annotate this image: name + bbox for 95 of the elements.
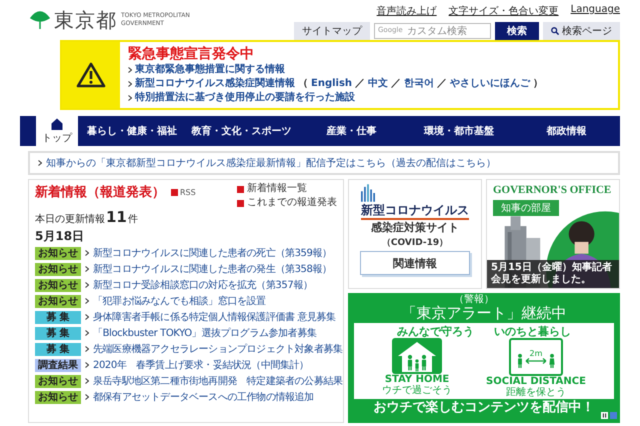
translation-link[interactable]: 中文 — [368, 77, 388, 91]
covid-title: 新型コロナウイルス — [361, 202, 469, 220]
category-tag: 募 集 — [35, 342, 81, 356]
bracket-text: （ — [298, 77, 308, 91]
news-link[interactable]: 都保有アセットデータベースへの工作物の情報追加 — [93, 390, 314, 404]
covid-card[interactable]: 新型コロナウイルス 感染症対策サイト （COVID-19） 関連情報 — [348, 179, 482, 289]
category-tag: お知らせ — [35, 390, 81, 404]
search-icon — [551, 27, 559, 35]
stay-home-subtitle: ウチで過ごそう — [382, 385, 452, 396]
chevron-icon — [85, 394, 89, 400]
home-tab[interactable]: トップ — [36, 116, 78, 146]
utility-link[interactable]: 文字サイズ・色合い変更 — [448, 4, 559, 18]
category-tag: お知らせ — [35, 294, 81, 308]
stay-home-drawing — [392, 338, 442, 374]
news-link[interactable]: 「Blockbuster TOKYO」選抜プログラム参加者募集 — [93, 326, 317, 340]
news-link[interactable]: 新型コロナウイルスに関連した患者の発生（第358報） — [93, 262, 332, 276]
sitemap-button[interactable]: サイトマップ — [294, 22, 370, 40]
alert-phrase: みんなで守ろう — [397, 325, 474, 338]
search-button[interactable]: 検索 — [495, 22, 539, 40]
chevron-icon — [85, 282, 89, 288]
category-tag: 調査結果 — [35, 358, 81, 372]
logo-text: 東京都 — [54, 6, 117, 34]
warning-icon — [76, 62, 106, 88]
count-label: 本日の更新情報 — [35, 212, 105, 227]
rss-link[interactable]: RSS — [171, 188, 196, 196]
category-tag: 募 集 — [35, 326, 81, 340]
bar-logo-icon — [361, 184, 375, 202]
governor-badge: 知事の部屋 — [493, 200, 559, 216]
separator-text: ／ — [437, 77, 448, 91]
ginkgo-logo-icon — [30, 10, 50, 30]
separator-text: ／ — [355, 77, 366, 91]
chevron-icon — [85, 250, 89, 256]
alert-title: 「東京アラート」継続中 — [402, 305, 566, 322]
governor-heading: GOVERNOR'S OFFICE — [493, 184, 612, 196]
news-side-link[interactable]: 新着情報一覧 — [237, 183, 337, 195]
news-date: 5月18日 — [35, 228, 86, 245]
chevron-icon — [85, 378, 89, 384]
category-tag: お知らせ — [35, 246, 81, 260]
social-distance-subtitle: 距離を保とう — [506, 387, 566, 398]
nav-tab[interactable]: 都政情報 — [512, 116, 620, 146]
stay-home-label: STAY HOME — [384, 374, 450, 385]
category-tag: お知らせ — [35, 262, 81, 276]
alert-footer: おウチで楽しむコンテンツを配信中！ — [374, 399, 594, 416]
alert-phrase: いのちと暮らし — [494, 325, 571, 338]
chevron-icon — [85, 330, 89, 336]
covid-subtitle: 感染症対策サイト — [371, 220, 459, 236]
emergency-link[interactable]: 東京都緊急事態措置に関する情報 — [135, 63, 285, 77]
translation-link[interactable]: やさしいにほんご — [450, 77, 530, 91]
covid-note: （COVID-19） — [382, 237, 448, 249]
governor-caption: 5月15日（金曜）知事記者会見を更新しました。 — [487, 260, 619, 288]
separator-text: ／ — [391, 77, 402, 91]
chevron-icon — [128, 81, 132, 87]
category-tag: お知らせ — [35, 374, 81, 388]
nav-tab[interactable]: 暮らし・健康・福祉 — [78, 116, 186, 146]
chevron-icon — [85, 314, 89, 320]
emergency-link[interactable]: 特別措置法に基づき使用停止の要請を行った施設 — [135, 91, 355, 105]
bracket-text: ） — [533, 77, 544, 91]
translation-link[interactable]: 한국어 — [404, 77, 434, 91]
chevron-icon — [85, 266, 89, 272]
news-link[interactable]: 身体障害者手帳に係る特定個人情報保護評価書 意見募集 — [93, 310, 336, 324]
news-link[interactable]: 「犯罪お悩みなんでも相談」窓口を設置 — [93, 294, 266, 308]
chevron-icon — [85, 346, 89, 352]
double-arrow-icon — [525, 358, 547, 364]
category-tag: お知らせ — [35, 278, 81, 292]
alert-ruby: （警報） — [454, 294, 494, 305]
utility-link[interactable]: Language — [570, 4, 620, 18]
news-side-link[interactable]: これまでの報道発表 — [237, 197, 337, 209]
news-link[interactable]: 先端医療機器アクセラレーションプロジェクト対象者募集 — [93, 342, 343, 356]
nav-tab[interactable]: 教育・文化・スポーツ — [186, 116, 298, 146]
count-unit: 件 — [128, 213, 138, 227]
chevron-icon — [85, 298, 89, 304]
governor-banner[interactable]: GOVERNOR'S OFFICE 知事の部屋 5月15日（金曜）知事記者会見を更新しました。 — [486, 179, 620, 289]
distance-text: 2m — [530, 349, 542, 358]
chevron-icon — [38, 160, 42, 166]
chevron-icon — [85, 362, 89, 368]
news-title: 新着情報（報道発表） — [35, 184, 165, 201]
chevron-icon — [128, 95, 132, 101]
news-link[interactable]: 新型コロナ受診相談窓口の対応を拡充（第357報） — [93, 278, 312, 292]
pause-button[interactable] — [601, 412, 608, 419]
news-link[interactable]: 2020年 春季賃上げ要求・妥結状況（中間集計） — [93, 358, 309, 372]
related-info-button[interactable]: 関連情報 — [360, 251, 470, 275]
news-link[interactable]: 新型コロナウイルスに関連した患者の死亡（第359報） — [93, 246, 332, 260]
translation-link[interactable]: English — [311, 77, 352, 91]
emergency-link[interactable]: 新型コロナウイルス感染症関連情報 — [135, 77, 295, 91]
update-count: 11 — [106, 209, 127, 225]
search-page-button[interactable]: 検索ページ — [543, 22, 620, 40]
category-tag: 募 集 — [35, 310, 81, 324]
chevron-icon — [128, 67, 132, 73]
emergency-title: 緊急事態宣言発令中 — [128, 45, 255, 63]
utility-link[interactable]: 音声読み上げ — [376, 4, 437, 18]
social-distance-label: SOCIAL DISTANCE — [486, 376, 586, 387]
nav-tab[interactable]: 環境・都市基盤 — [405, 116, 512, 146]
news-link[interactable]: 泉岳寺駅地区第二種市街地再開発 特定建築者の公募結果 — [93, 374, 343, 388]
nav-tab[interactable]: 産業・仕事 — [298, 116, 405, 146]
home-icon — [51, 118, 63, 130]
